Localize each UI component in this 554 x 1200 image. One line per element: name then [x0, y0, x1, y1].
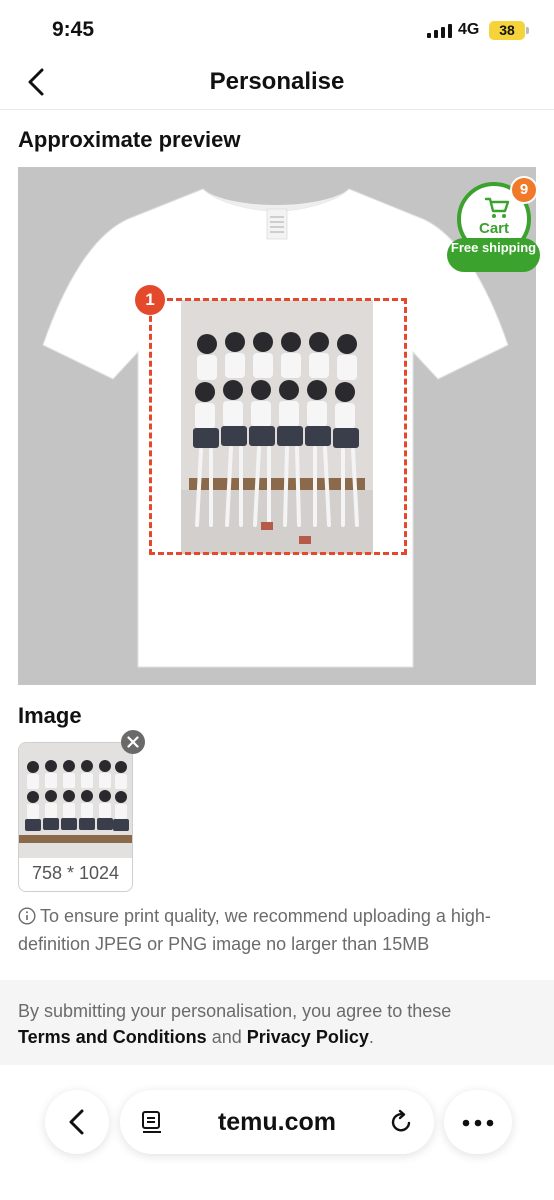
info-icon — [18, 907, 36, 925]
signal-icon — [427, 24, 452, 38]
preview-title: Approximate preview — [18, 127, 241, 152]
privacy-policy-link[interactable]: Privacy Policy — [247, 1027, 369, 1047]
terms-notice: By submitting your personalisation, you … — [0, 980, 554, 1065]
header: Personalise — [0, 56, 554, 110]
cart-count-badge: 9 — [510, 176, 538, 204]
terms-and-conditions-link[interactable]: Terms and Conditions — [18, 1027, 207, 1047]
reload-icon[interactable] — [388, 1109, 414, 1135]
back-chevron-icon — [69, 1109, 84, 1135]
battery-icon: 38 — [489, 21, 525, 40]
battery-cap — [526, 27, 529, 34]
print-quality-hint: To ensure print quality, we recommend up… — [18, 902, 536, 958]
terms-conjunction: and — [211, 1027, 242, 1047]
browser-toolbar: temu.com — [0, 1075, 554, 1200]
url-text: temu.com — [217, 1108, 337, 1136]
thumbnail-photo — [19, 743, 132, 858]
print-area-frame[interactable] — [149, 298, 407, 555]
status-bar: 9:45 4G 38 — [0, 0, 554, 56]
free-shipping-badge: Free shipping — [447, 238, 540, 272]
status-time: 9:45 — [52, 18, 95, 41]
shopping-cart-icon — [484, 197, 510, 218]
browser-back-button[interactable] — [45, 1090, 109, 1154]
battery-level: 38 — [499, 22, 515, 38]
browser-more-button[interactable] — [444, 1090, 512, 1154]
page-title: Personalise — [209, 68, 345, 95]
uploaded-image-thumbnail[interactable]: 758 * 1024 — [18, 742, 133, 892]
terms-prefix: By submitting your personalisation, you … — [18, 1001, 452, 1021]
print-area-number-badge: 1 — [135, 285, 165, 315]
terms-suffix: . — [368, 1027, 374, 1047]
floating-cart-button[interactable]: Cart 9 Free shipping — [447, 172, 543, 274]
address-bar[interactable]: temu.com — [120, 1090, 434, 1154]
image-section-title: Image — [18, 703, 82, 728]
hint-text: To ensure print quality, we recommend up… — [18, 906, 491, 954]
remove-image-icon[interactable] — [121, 730, 145, 754]
more-dots-icon — [462, 1119, 494, 1127]
cart-label: Cart — [478, 220, 509, 237]
image-dimensions: 758 * 1024 — [31, 863, 120, 883]
network-type: 4G — [458, 21, 480, 38]
